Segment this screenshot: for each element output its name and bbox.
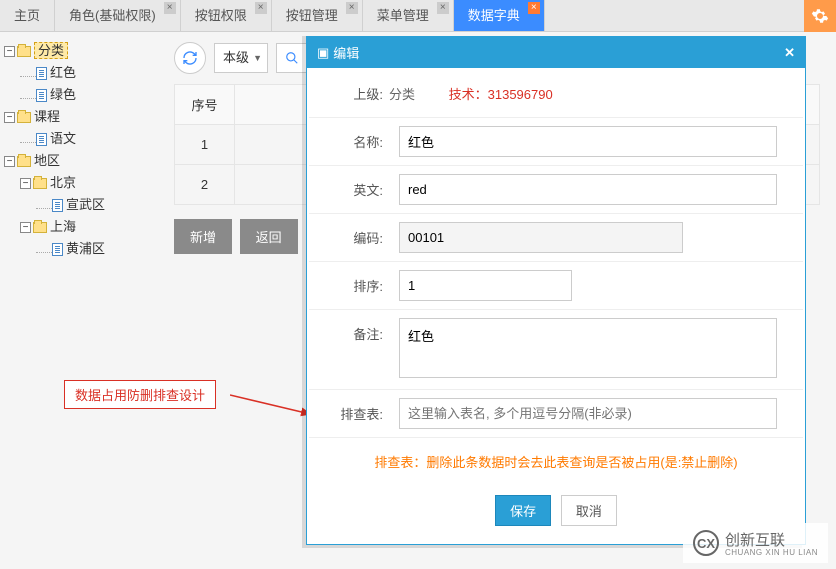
select-value: 本级 (223, 50, 249, 65)
folder-icon (33, 222, 47, 233)
hint-text: 排查表：删除此条数据时会去此表查询是否被占用(是:禁止删除) (309, 438, 803, 485)
add-button[interactable]: 新增 (174, 219, 232, 254)
tree-node-chinese[interactable]: 语文 (20, 128, 154, 150)
tab-role[interactable]: 角色(基础权限) × (55, 0, 181, 31)
superior-tech: 技术：313596790 (449, 87, 553, 102)
cancel-button[interactable]: 取消 (561, 495, 617, 526)
tree-label: 分类 (34, 42, 68, 59)
sort-input[interactable] (399, 270, 572, 301)
tree-label: 宣武区 (66, 197, 105, 212)
modal-title: 编辑 (333, 43, 359, 62)
watermark-icon: CX (693, 530, 719, 556)
label-code: 编码: (309, 214, 389, 261)
folder-icon (17, 156, 31, 167)
tab-label: 主页 (14, 8, 40, 23)
modal-header: ▣ 编辑 ✕ (307, 37, 805, 68)
folder-icon (17, 112, 31, 123)
tree-label: 绿色 (50, 87, 76, 102)
tree-label: 黄浦区 (66, 241, 105, 256)
tree-label: 红色 (50, 65, 76, 80)
watermark: CX 创新互联 CHUANG XIN HU LIAN (683, 523, 828, 563)
label-superior: 上级: (309, 70, 389, 117)
close-icon[interactable]: × (528, 2, 540, 14)
tree-node-beijing[interactable]: − 北京 (20, 172, 154, 194)
label-name: 名称: (309, 118, 389, 165)
collapse-icon[interactable]: − (4, 46, 15, 57)
col-index: 序号 (175, 85, 235, 125)
tab-button-mgmt[interactable]: 按钮管理 × (272, 0, 363, 31)
tree-node-shanghai[interactable]: − 上海 (20, 216, 154, 238)
tab-label: 菜单管理 (377, 8, 429, 23)
page-icon (36, 133, 47, 146)
tree-label: 语文 (50, 131, 76, 146)
tree-node-category[interactable]: − 分类 (4, 40, 154, 62)
collapse-icon[interactable]: − (20, 178, 31, 189)
collapse-icon[interactable]: − (4, 112, 15, 123)
tree-node-course[interactable]: − 课程 (4, 106, 154, 128)
gear-icon[interactable] (804, 0, 836, 32)
close-icon[interactable]: × (255, 2, 267, 14)
tree-node-red[interactable]: 红色 (20, 62, 154, 84)
tab-data-dict[interactable]: 数据字典 × (454, 0, 545, 31)
label-sort: 排序: (309, 262, 389, 309)
tree-node-region[interactable]: − 地区 (4, 150, 154, 172)
folder-icon (33, 178, 47, 189)
name-input[interactable] (399, 126, 777, 157)
edit-modal: ▣ 编辑 ✕ 上级: 分类 技术：313596790 名称: 英文: 编码: 排… (306, 36, 806, 545)
tab-button-perm[interactable]: 按钮权限 × (181, 0, 272, 31)
close-icon[interactable]: × (437, 2, 449, 14)
tree-node-green[interactable]: 绿色 (20, 84, 154, 106)
tab-label: 按钮权限 (195, 8, 247, 23)
page-icon (52, 243, 63, 256)
label-remark: 备注: (309, 310, 389, 389)
tree-label: 上海 (50, 219, 76, 234)
code-input (399, 222, 683, 253)
back-button[interactable]: 返回 (240, 219, 298, 254)
tree-node-xuanwu[interactable]: 宣武区 (36, 194, 154, 216)
close-icon[interactable]: ✕ (784, 45, 795, 61)
cell-index: 2 (175, 165, 235, 205)
watermark-sub: CHUANG XIN HU LIAN (725, 548, 818, 557)
tab-label: 数据字典 (468, 8, 520, 23)
tab-menu-mgmt[interactable]: 菜单管理 × (363, 0, 454, 31)
annotation-callout: 数据占用防删排查设计 (64, 380, 216, 409)
tab-label: 按钮管理 (286, 8, 338, 23)
window-icon: ▣ (317, 45, 329, 61)
tree-node-huangpu[interactable]: 黄浦区 (36, 238, 154, 260)
save-button[interactable]: 保存 (495, 495, 551, 526)
tab-home[interactable]: 主页 (0, 0, 55, 31)
page-icon (52, 199, 63, 212)
label-check: 排查表: (309, 390, 389, 437)
superior-category: 分类 (389, 87, 415, 102)
checktable-input[interactable] (399, 398, 777, 429)
tree-label: 课程 (34, 109, 60, 124)
close-icon[interactable]: × (346, 2, 358, 14)
refresh-button[interactable] (174, 42, 206, 74)
tree-panel: −分类 红色 绿色 −课程 语文 −地区 −北京 宣武区 −上海 黄浦区 (0, 32, 158, 569)
tab-label: 角色(基础权限) (69, 8, 156, 23)
label-eng: 英文: (309, 166, 389, 213)
close-icon[interactable]: × (164, 2, 176, 14)
collapse-icon[interactable]: − (4, 156, 15, 167)
watermark-brand: 创新互联 (725, 529, 818, 550)
tree-label: 地区 (34, 153, 60, 168)
tree-label: 北京 (50, 175, 76, 190)
remark-textarea[interactable]: 红色 (399, 318, 777, 378)
eng-input[interactable] (399, 174, 777, 205)
page-icon (36, 89, 47, 102)
collapse-icon[interactable]: − (20, 222, 31, 233)
folder-icon (17, 46, 31, 57)
level-select[interactable]: 本级 (214, 43, 268, 73)
tab-bar: 主页 角色(基础权限) × 按钮权限 × 按钮管理 × 菜单管理 × 数据字典 × (0, 0, 836, 32)
cell-index: 1 (175, 125, 235, 165)
page-icon (36, 67, 47, 80)
